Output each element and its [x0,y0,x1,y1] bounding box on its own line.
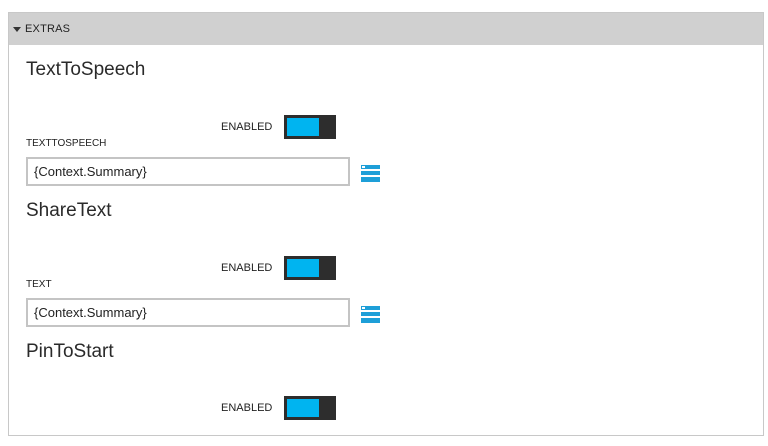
pintostart-enabled-toggle[interactable] [284,396,336,420]
texttospeech-enabled-toggle[interactable] [284,115,336,139]
texttospeech-field-label: TEXTTOSPEECH [26,138,107,149]
sharetext-enabled-toggle[interactable] [284,256,336,280]
toggle-on-fill [287,118,319,136]
toggle-on-fill [287,259,319,277]
sharetext-input[interactable] [26,298,350,327]
data-binding-icon[interactable] [361,165,380,182]
section-title-sharetext: ShareText [26,200,112,221]
toggle-knob [319,396,336,420]
section-title-texttospeech: TextToSpeech [26,59,146,80]
toggle-knob [319,256,336,280]
sharetext-enabled-label: ENABLED [221,262,273,274]
panel-title: EXTRAS [25,23,71,35]
texttospeech-enabled-label: ENABLED [221,121,273,133]
sharetext-field-label: TEXT [26,279,52,290]
caret-down-icon[interactable] [13,27,21,32]
section-title-pintostart: PinToStart [26,341,114,362]
extras-panel: EXTRAS TextToSpeech ENABLED TEXTTOSPEECH… [8,12,764,436]
extras-panel-header[interactable]: EXTRAS [9,13,763,45]
toggle-knob [319,115,336,139]
data-binding-icon[interactable] [361,306,380,323]
toggle-on-fill [287,399,319,417]
pintostart-enabled-label: ENABLED [221,402,273,414]
texttospeech-input[interactable] [26,157,350,186]
